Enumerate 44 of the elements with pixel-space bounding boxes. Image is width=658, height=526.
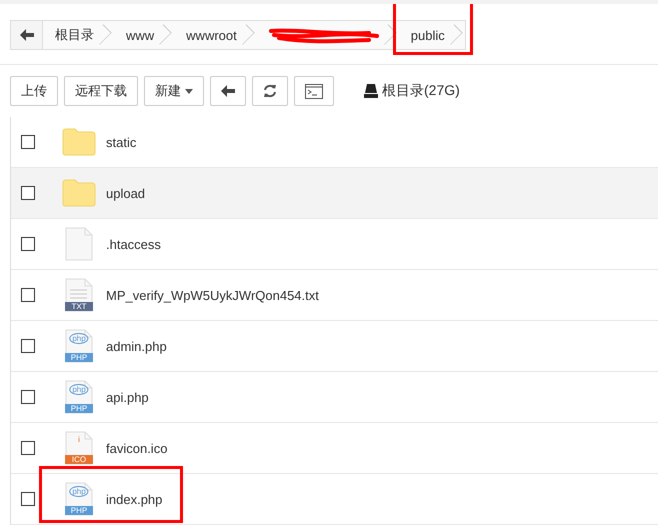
- checkbox[interactable]: [21, 339, 35, 353]
- new-dropdown-button[interactable]: 新建: [144, 76, 204, 106]
- toolbar-button[interactable]: 远程下载: [64, 76, 138, 106]
- checkbox[interactable]: [21, 492, 35, 506]
- file-name[interactable]: MP_verify_WpW5UykJWrQon454.txt: [106, 288, 319, 302]
- checkbox[interactable]: [21, 390, 35, 404]
- file-name[interactable]: .htaccess: [106, 236, 161, 252]
- file-logo: php: [69, 384, 89, 395]
- file-name[interactable]: favicon.ico: [106, 440, 168, 456]
- file-name[interactable]: admin.php: [106, 338, 167, 354]
- arrow-left-icon: [20, 29, 34, 41]
- checkbox[interactable]: [21, 237, 35, 251]
- checkbox[interactable]: [21, 441, 35, 455]
- refresh-icon: [263, 84, 277, 98]
- disk-icon: [364, 84, 378, 98]
- file-logo: php: [69, 333, 89, 344]
- file-type-badge: PHP: [65, 353, 93, 362]
- checkbox[interactable]: [21, 186, 35, 200]
- file-icon: [65, 227, 93, 261]
- file-type-badge: PHP: [65, 506, 93, 515]
- folder-icon: [62, 179, 96, 207]
- file-name[interactable]: static: [106, 134, 136, 150]
- file-type-badge: ICO: [65, 455, 93, 464]
- file-logo: i: [77, 435, 81, 444]
- terminal-button[interactable]: [294, 76, 334, 106]
- disk-label: 根目录(27G): [382, 82, 460, 100]
- refresh-button[interactable]: [252, 76, 288, 106]
- file-logo: php: [69, 486, 89, 497]
- back-button[interactable]: [11, 21, 43, 49]
- checkbox[interactable]: [21, 135, 35, 149]
- caret-icon: [185, 88, 193, 94]
- terminal-icon: [305, 84, 323, 98]
- file-name[interactable]: index.php: [106, 492, 162, 506]
- file-name[interactable]: api.php: [106, 390, 149, 404]
- toolbar-button[interactable]: 上传: [10, 76, 58, 106]
- folder-icon: [62, 128, 96, 156]
- file-row[interactable]: static: [11, 117, 658, 168]
- back-button[interactable]: [210, 76, 246, 106]
- file-type-badge: TXT: [65, 302, 93, 311]
- file-type-badge: PHP: [65, 404, 93, 413]
- arrow-left-icon: [221, 85, 235, 97]
- file-row[interactable]: upload: [11, 168, 658, 219]
- file-name[interactable]: upload: [106, 186, 146, 200]
- checkbox[interactable]: [21, 288, 35, 302]
